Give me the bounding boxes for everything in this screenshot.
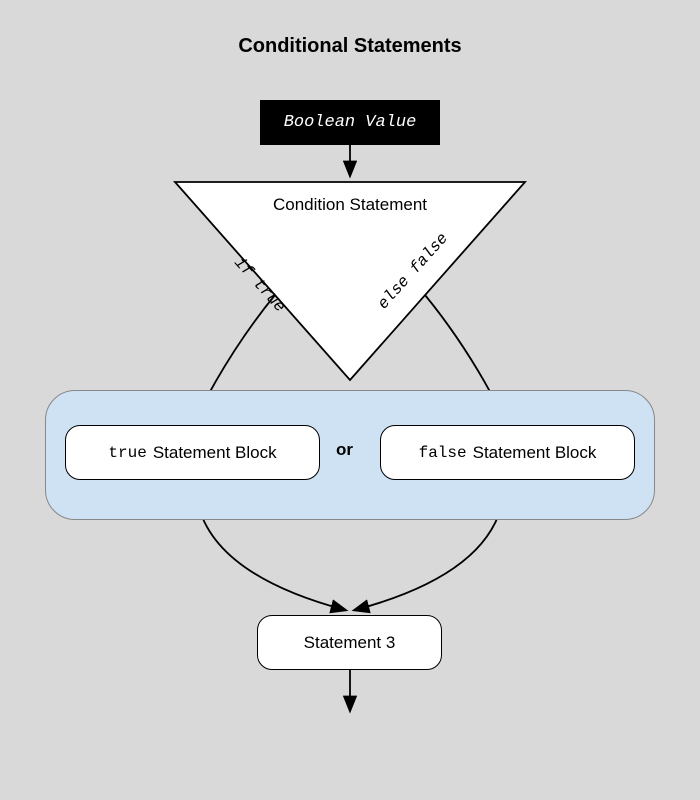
statement-3-box: Statement 3 bbox=[257, 615, 442, 670]
true-statement-block: true Statement Block bbox=[65, 425, 320, 480]
false-statement-block: false Statement Block bbox=[380, 425, 635, 480]
else-false-label: else false bbox=[374, 230, 452, 313]
boolean-value-box: Boolean Value bbox=[260, 100, 440, 145]
false-keyword: false bbox=[419, 444, 467, 462]
diagram-title: Conditional Statements bbox=[0, 0, 700, 58]
false-block-suffix: Statement Block bbox=[473, 443, 597, 463]
true-keyword: true bbox=[108, 444, 146, 462]
true-block-suffix: Statement Block bbox=[153, 443, 277, 463]
or-label: or bbox=[336, 440, 353, 460]
if-true-label: if true bbox=[230, 254, 288, 316]
condition-statement-label: Condition Statement bbox=[260, 195, 440, 215]
